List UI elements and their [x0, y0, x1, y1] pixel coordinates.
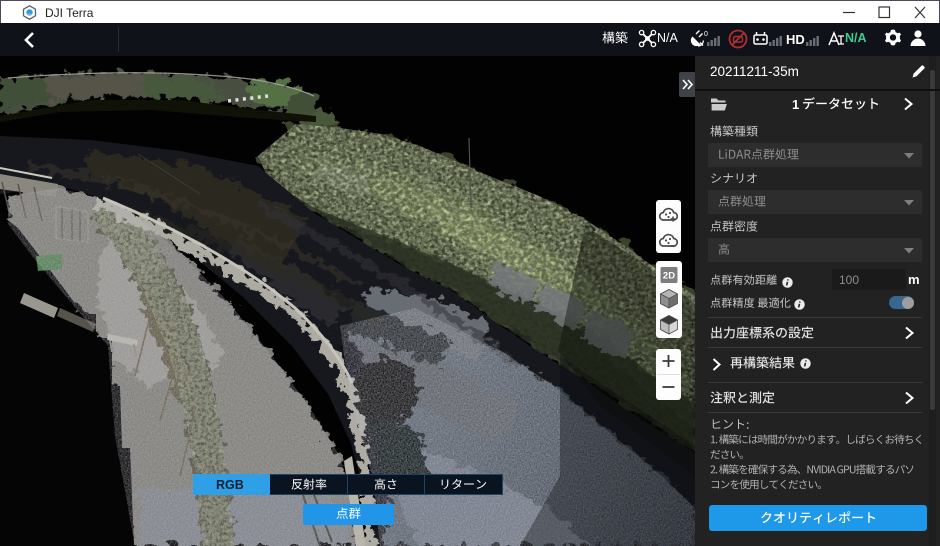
svg-text:2D: 2D [663, 271, 675, 282]
svg-text:HD: HD [786, 32, 805, 47]
svg-text:0: 0 [704, 31, 708, 38]
